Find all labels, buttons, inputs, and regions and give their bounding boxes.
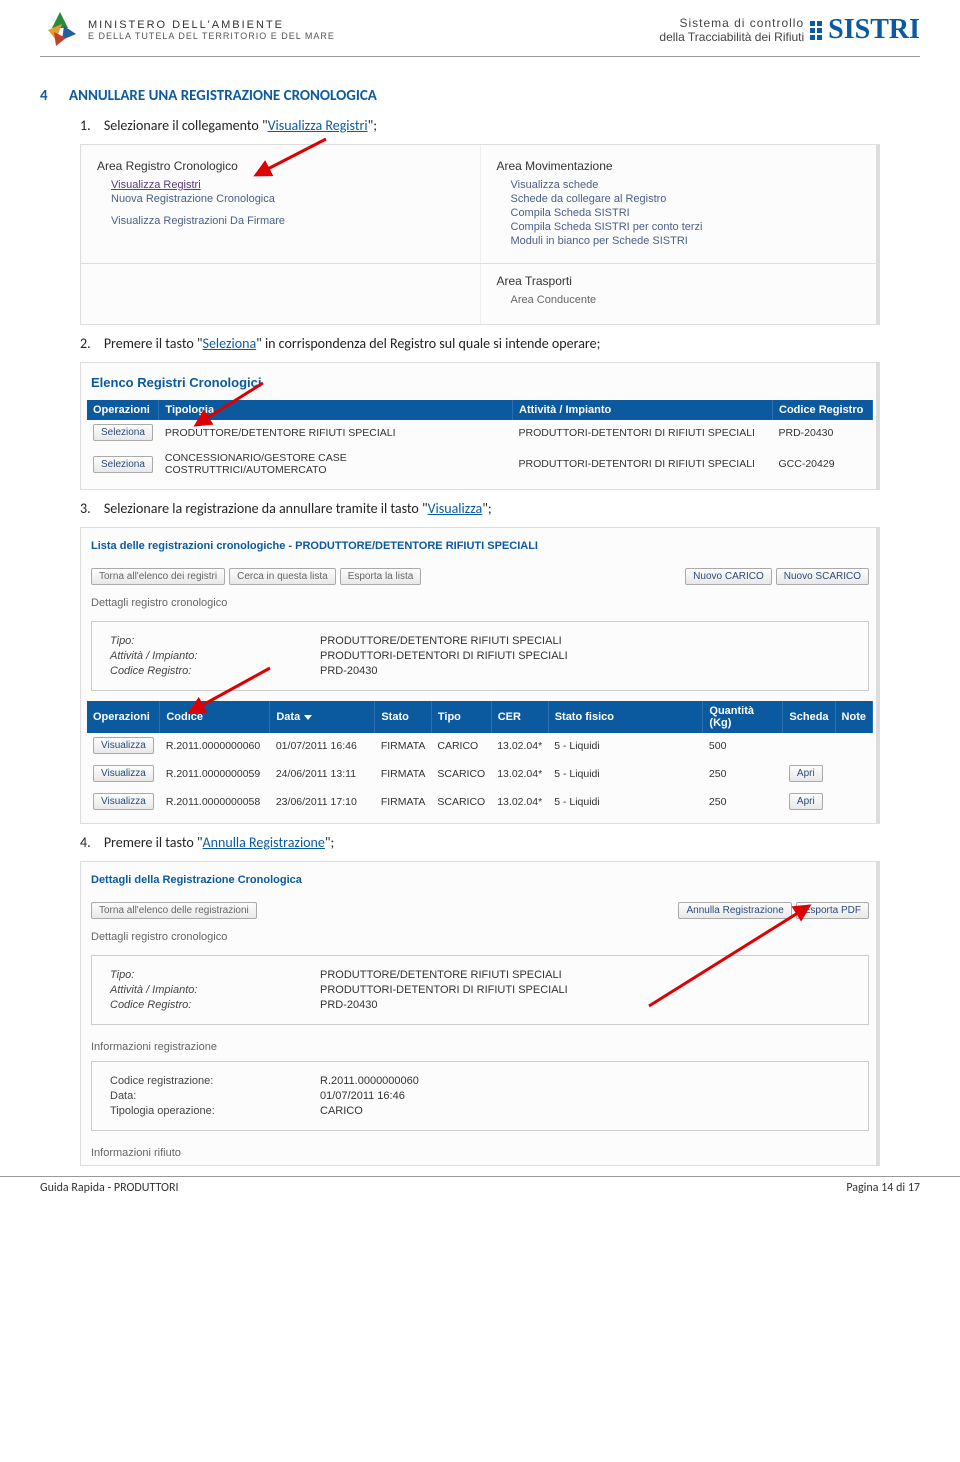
torna-elenco-registrazioni-button[interactable]: Torna all'elenco delle registrazioni xyxy=(91,902,257,919)
table-row: Seleziona CONCESSIONARIO/GESTORE CASE CO… xyxy=(87,447,873,482)
footer-left: Guida Rapida - PRODUTTORI xyxy=(40,1181,179,1195)
section-number: 4 xyxy=(40,87,48,105)
info-rifiuto-label: Informazioni rifiuto xyxy=(87,1141,873,1165)
panel-lista-registrazioni: Lista delle registrazioni cronologiche -… xyxy=(80,527,880,824)
link-compila-scheda-terzi[interactable]: Compila Scheda SISTRI per conto terzi xyxy=(511,221,864,233)
visualizza-button[interactable]: Visualizza xyxy=(93,765,154,782)
seleziona-button[interactable]: Seleziona xyxy=(93,424,153,441)
visualizza-button[interactable]: Visualizza xyxy=(93,793,154,810)
step-1: 1. Selezionare il collegamento "Visualiz… xyxy=(80,117,920,134)
torna-elenco-button[interactable]: Torna all'elenco dei registri xyxy=(91,568,225,585)
document-footer: Guida Rapida - PRODUTTORI Pagina 14 di 1… xyxy=(0,1176,960,1207)
section-heading: 4 ANNULLARE UNA REGISTRAZIONE CRONOLOGIC… xyxy=(40,87,920,105)
panel4-title: Dettagli della Registrazione Cronologica xyxy=(87,866,873,896)
sistri-desc1: Sistema di controllo xyxy=(659,16,804,30)
table-row: Visualizza R.2011.0000000058 23/06/2011 … xyxy=(87,788,873,816)
apri-button[interactable]: Apri xyxy=(789,765,823,782)
link-annulla-registrazione[interactable]: Annulla Registrazione xyxy=(203,834,325,851)
visualizza-button[interactable]: Visualizza xyxy=(93,737,154,754)
info-registrazione-label: Informazioni registrazione xyxy=(87,1035,873,1059)
section-title-text: ANNULLARE UNA REGISTRAZIONE CRONOLOGICA xyxy=(69,87,377,105)
link-schede-collegare[interactable]: Schede da collegare al Registro xyxy=(511,193,864,205)
sort-icon xyxy=(304,715,312,720)
ministry-block: MINISTERO DELL'AMBIENTE E DELLA TUTELA D… xyxy=(40,10,335,50)
link-visualizza-da-firmare[interactable]: Visualizza Registrazioni Da Firmare xyxy=(111,215,464,227)
step-3: 3. Selezionare la registrazione da annul… xyxy=(80,500,920,517)
document-header: MINISTERO DELL'AMBIENTE E DELLA TUTELA D… xyxy=(40,0,920,57)
sistri-block: Sistema di controllo della Tracciabilità… xyxy=(659,14,920,46)
seleziona-button[interactable]: Seleziona xyxy=(93,456,153,473)
ministry-line1: MINISTERO DELL'AMBIENTE xyxy=(88,19,335,31)
area-trasporti-title: Area Trasporti xyxy=(497,274,864,288)
link-visualizza[interactable]: Visualizza xyxy=(428,500,483,517)
link-compila-scheda[interactable]: Compila Scheda SISTRI xyxy=(511,207,864,219)
col-operazioni: Operazioni xyxy=(87,400,159,420)
col-attivita: Attività / Impianto xyxy=(513,400,773,420)
panel-dettagli-registrazione: Dettagli della Registrazione Cronologica… xyxy=(80,861,880,1166)
step-4: 4. Premere il tasto "Annulla Registrazio… xyxy=(80,834,920,851)
link-seleziona[interactable]: Seleziona xyxy=(203,335,257,352)
sort-data-column[interactable]: Data xyxy=(270,701,375,733)
panel-elenco-registri: Elenco Registri Cronologici Operazioni T… xyxy=(80,362,880,490)
footer-right: Pagina 14 di 17 xyxy=(846,1181,920,1195)
col-codice: Codice Registro xyxy=(773,400,873,420)
link-visualizza-schede[interactable]: Visualizza schede xyxy=(511,179,864,191)
area-conducente: Area Conducente xyxy=(511,294,864,306)
arrow-icon xyxy=(191,381,271,429)
panel3-subtitle: Dettagli registro cronologico xyxy=(87,591,873,619)
sistri-logo-text: SISTRI xyxy=(828,14,920,46)
step-2: 2. Premere il tasto "Seleziona" in corri… xyxy=(80,335,920,352)
link-visualizza-registri[interactable]: Visualizza Registri xyxy=(268,117,368,134)
ministry-line2: E DELLA TUTELA DEL TERRITORIO E DEL MARE xyxy=(88,31,335,41)
panel3-title: Lista delle registrazioni cronologiche -… xyxy=(87,532,873,562)
link-moduli-bianco[interactable]: Moduli in bianco per Schede SISTRI xyxy=(511,235,864,247)
link-nuova-registrazione[interactable]: Nuova Registrazione Cronologica xyxy=(111,193,464,205)
arrow-icon xyxy=(251,137,331,181)
apri-button[interactable]: Apri xyxy=(789,793,823,810)
sistri-desc2: della Tracciabilità dei Rifiuti xyxy=(659,30,804,44)
panel-areas: Area Registro Cronologico Visualizza Reg… xyxy=(80,144,880,325)
sistri-dots-icon xyxy=(810,21,822,40)
cerca-button[interactable]: Cerca in questa lista xyxy=(229,568,336,585)
details-box: Codice registrazione:R.2011.0000000060 D… xyxy=(91,1061,869,1131)
table-row: Visualizza R.2011.0000000060 01/07/2011 … xyxy=(87,733,873,760)
esporta-button[interactable]: Esporta la lista xyxy=(340,568,422,585)
arrow-icon xyxy=(186,666,276,716)
registrazioni-table: Operazioni Codice Data Stato Tipo CER St… xyxy=(87,701,873,817)
nuovo-scarico-button[interactable]: Nuovo SCARICO xyxy=(776,568,869,585)
table-row: Visualizza R.2011.0000000059 24/06/2011 … xyxy=(87,760,873,788)
nuovo-carico-button[interactable]: Nuovo CARICO xyxy=(685,568,772,585)
ministry-logo-icon xyxy=(40,10,80,50)
arrow-icon xyxy=(641,902,816,1012)
area-movimentazione-title: Area Movimentazione xyxy=(497,159,864,173)
